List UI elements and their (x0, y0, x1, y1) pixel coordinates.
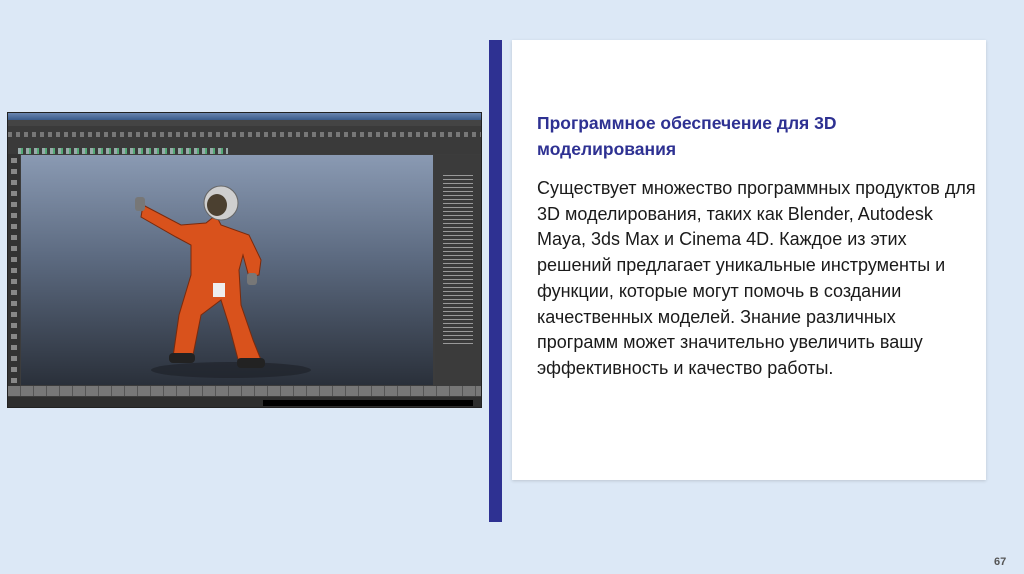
astronaut-model (135, 185, 311, 378)
shelf-icons (18, 148, 228, 154)
3d-software-screenshot (7, 112, 482, 408)
channel-box (435, 155, 481, 385)
slide-title: Программное обеспечение для 3D моделиров… (537, 113, 837, 159)
command-line (263, 400, 473, 406)
app-toolbar (8, 126, 481, 154)
slide-body: Существует множество программных продукт… (537, 178, 976, 378)
accent-bar (489, 40, 502, 522)
range-slider (8, 397, 481, 407)
toolbox (8, 154, 20, 386)
app-titlebar (8, 113, 481, 120)
3d-viewport (21, 155, 433, 385)
text-card: Программное обеспечение для 3D моделиров… (512, 40, 986, 480)
page-number: 67 (994, 556, 1007, 568)
timeline (8, 386, 481, 396)
